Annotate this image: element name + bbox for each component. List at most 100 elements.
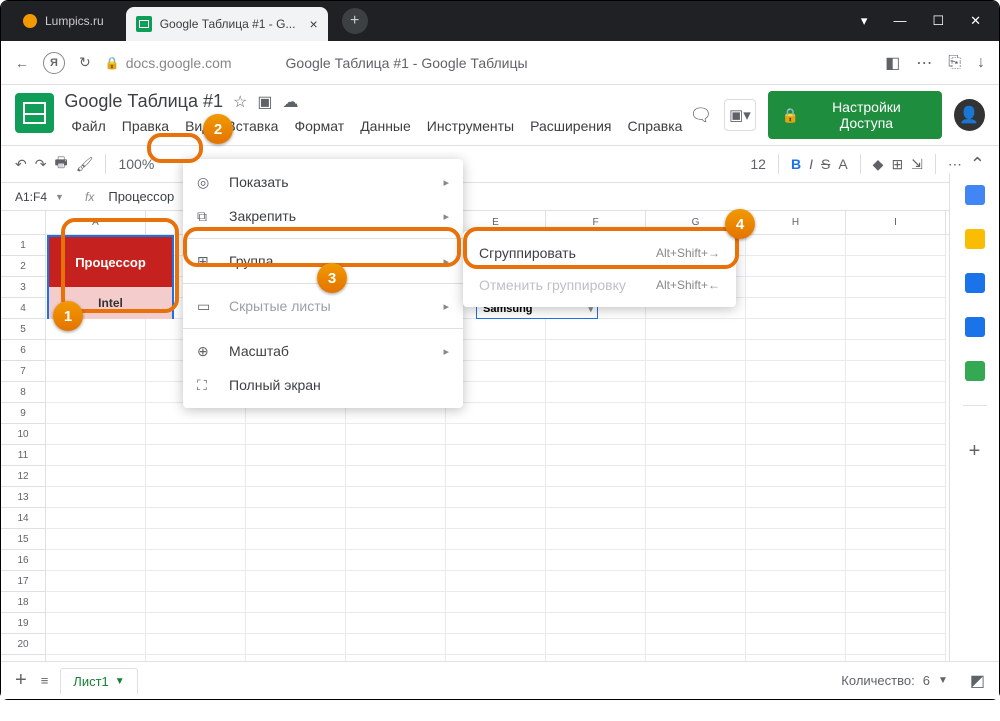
cell[interactable] xyxy=(746,508,846,529)
cell[interactable] xyxy=(546,613,646,634)
tasks-icon[interactable] xyxy=(965,273,985,293)
cell[interactable] xyxy=(446,529,546,550)
row-header[interactable]: 6 xyxy=(1,340,45,361)
url-box[interactable]: 🔒 docs.google.com xyxy=(105,55,232,71)
cell[interactable] xyxy=(546,403,646,424)
column-header[interactable]: I xyxy=(846,211,946,234)
cell[interactable] xyxy=(446,571,546,592)
cell[interactable] xyxy=(646,424,746,445)
row-header[interactable]: 3 xyxy=(1,277,45,298)
cell[interactable] xyxy=(646,529,746,550)
cell[interactable] xyxy=(346,613,446,634)
keep-icon[interactable] xyxy=(965,229,985,249)
font-size[interactable]: 12 xyxy=(750,156,766,172)
borders-button[interactable]: ⊞ xyxy=(891,156,903,173)
cloud-icon[interactable]: ☁ xyxy=(283,92,299,112)
share-button[interactable]: 🔒 Настройки Доступа xyxy=(768,91,942,139)
cell[interactable] xyxy=(46,571,146,592)
row-header[interactable]: 17 xyxy=(1,571,45,592)
cell[interactable] xyxy=(246,529,346,550)
cell[interactable] xyxy=(446,613,546,634)
cell[interactable] xyxy=(846,529,946,550)
cell[interactable] xyxy=(146,550,246,571)
cell[interactable] xyxy=(146,466,246,487)
name-box[interactable]: A1:F4▼ xyxy=(1,190,71,204)
cell[interactable] xyxy=(46,403,146,424)
cell[interactable] xyxy=(246,613,346,634)
undo-button[interactable]: ↶ xyxy=(15,156,27,173)
bookmark-icon[interactable]: ◧ xyxy=(885,53,900,73)
cell[interactable] xyxy=(346,445,446,466)
cell[interactable] xyxy=(646,508,746,529)
cell[interactable] xyxy=(846,508,946,529)
cell[interactable] xyxy=(546,529,646,550)
row-header[interactable]: 1 xyxy=(1,235,45,256)
cell[interactable] xyxy=(846,424,946,445)
cell[interactable] xyxy=(746,403,846,424)
cell[interactable] xyxy=(746,466,846,487)
cell[interactable] xyxy=(746,361,846,382)
cell[interactable] xyxy=(646,571,746,592)
tab-search-icon[interactable]: ▾ xyxy=(861,13,868,29)
cell[interactable] xyxy=(646,634,746,655)
doc-title[interactable]: Google Таблица #1 xyxy=(64,91,223,112)
more-icon[interactable]: ⋯ xyxy=(916,53,932,73)
cell[interactable] xyxy=(546,424,646,445)
menu-file[interactable]: Файл xyxy=(64,114,112,138)
calendar-icon[interactable] xyxy=(965,185,985,205)
cell[interactable] xyxy=(446,424,546,445)
cell[interactable] xyxy=(46,529,146,550)
cell[interactable] xyxy=(146,529,246,550)
maximize-button[interactable]: ☐ xyxy=(932,13,944,29)
cell[interactable] xyxy=(446,445,546,466)
move-icon[interactable]: ▣ xyxy=(257,92,272,112)
menu-data[interactable]: Данные xyxy=(353,114,418,138)
cell[interactable] xyxy=(346,466,446,487)
cell[interactable] xyxy=(646,382,746,403)
menu-help[interactable]: Справка xyxy=(621,114,690,138)
cell[interactable] xyxy=(546,340,646,361)
cell[interactable] xyxy=(346,508,446,529)
cell[interactable] xyxy=(746,487,846,508)
cell[interactable] xyxy=(246,634,346,655)
zoom-select[interactable]: 100% xyxy=(118,156,154,172)
cell[interactable] xyxy=(846,277,946,298)
cell[interactable] xyxy=(646,592,746,613)
cell[interactable] xyxy=(46,613,146,634)
cell[interactable] xyxy=(346,634,446,655)
italic-button[interactable]: I xyxy=(809,156,813,172)
row-header[interactable]: 13 xyxy=(1,487,45,508)
row-header[interactable]: 12 xyxy=(1,466,45,487)
menu-tools[interactable]: Инструменты xyxy=(420,114,521,138)
reload-button[interactable]: ↻ xyxy=(79,54,91,71)
text-color-button[interactable]: A xyxy=(838,156,847,172)
back-button[interactable]: ← xyxy=(15,55,29,71)
cell[interactable] xyxy=(746,277,846,298)
cell[interactable] xyxy=(346,571,446,592)
cell[interactable] xyxy=(446,550,546,571)
cell[interactable] xyxy=(646,550,746,571)
cell[interactable] xyxy=(846,235,946,256)
cell[interactable] xyxy=(46,445,146,466)
cell[interactable] xyxy=(146,508,246,529)
close-window-button[interactable]: ✕ xyxy=(970,13,981,29)
close-tab-icon[interactable]: × xyxy=(309,16,317,32)
cell[interactable] xyxy=(846,571,946,592)
cell[interactable] xyxy=(846,613,946,634)
more-tools-button[interactable]: ⋯ xyxy=(948,156,962,173)
comments-icon[interactable]: 🗨 xyxy=(689,105,712,126)
cell[interactable] xyxy=(546,634,646,655)
cell[interactable] xyxy=(846,256,946,277)
cell[interactable] xyxy=(46,487,146,508)
cell[interactable] xyxy=(346,550,446,571)
cell[interactable] xyxy=(46,592,146,613)
cell[interactable] xyxy=(646,361,746,382)
cell[interactable] xyxy=(846,319,946,340)
cell[interactable] xyxy=(846,466,946,487)
column-header[interactable]: H xyxy=(746,211,846,234)
row-header[interactable]: 5 xyxy=(1,319,45,340)
fill-color-button[interactable]: ◆ xyxy=(873,156,884,173)
strike-button[interactable]: S xyxy=(821,156,830,172)
row-header[interactable]: 16 xyxy=(1,550,45,571)
cell[interactable] xyxy=(746,550,846,571)
